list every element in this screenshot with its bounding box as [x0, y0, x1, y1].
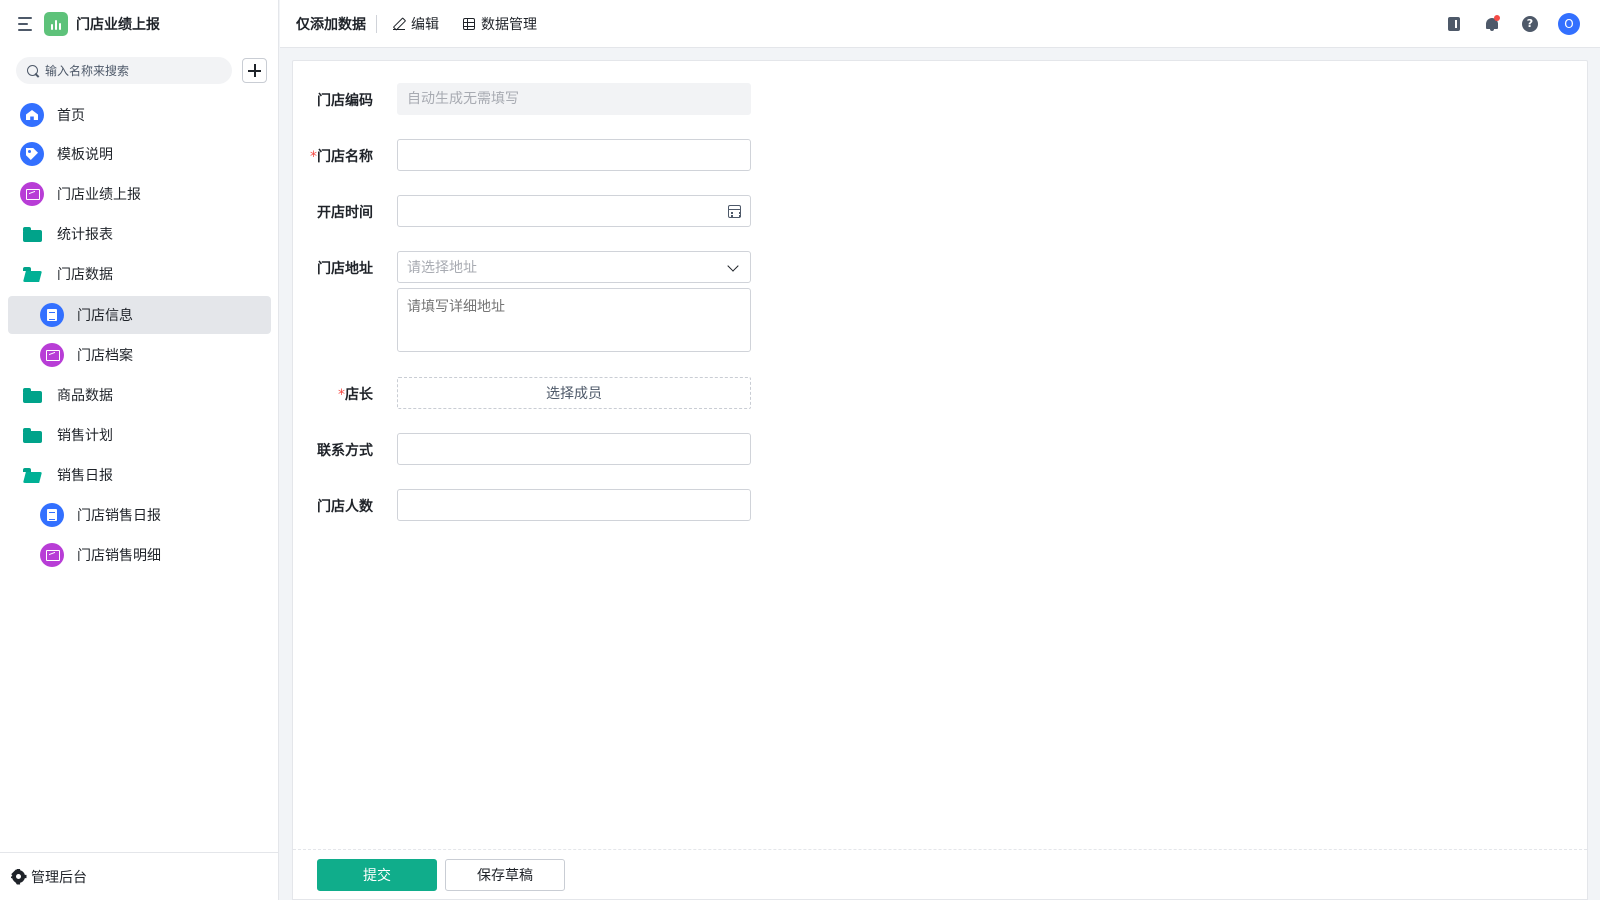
- address-detail-field[interactable]: [397, 288, 751, 352]
- field-label-contact: 联系方式: [317, 443, 373, 459]
- select-member-button[interactable]: 选择成员: [397, 377, 751, 409]
- tag-icon: [20, 142, 44, 166]
- sidebar-item-store-archive[interactable]: 门店档案: [8, 336, 271, 374]
- divider: [376, 14, 377, 33]
- search-input[interactable]: [45, 63, 215, 78]
- sidebar-item-sales-plan[interactable]: 销售计划: [8, 416, 271, 454]
- tab-edit[interactable]: 编辑: [393, 14, 439, 34]
- sidebar-item-store-info[interactable]: 门店信息: [8, 296, 271, 334]
- bar-chart-icon: [44, 12, 68, 36]
- sidebar-item-label: 门店档案: [77, 348, 133, 364]
- required-mark: *: [338, 387, 345, 403]
- field-label-text: 门店名称: [317, 149, 373, 165]
- notebook-icon[interactable]: [1446, 16, 1462, 32]
- staff-count-field[interactable]: [397, 489, 751, 521]
- folder-icon: [20, 383, 44, 407]
- calendar-icon[interactable]: [728, 205, 741, 218]
- sidebar-header: 门店业绩上报: [0, 0, 279, 48]
- folder-open-icon: [20, 463, 44, 487]
- sidebar: 门店业绩上报 首页 模板说明 门店业绩上报 统计报表 门店数据: [0, 0, 279, 900]
- sidebar-item-store-sales-detail[interactable]: 门店销售明细: [8, 536, 271, 574]
- sidebar-item-label: 商品数据: [57, 388, 113, 404]
- store-code-field: [397, 83, 751, 115]
- search-icon: [27, 64, 39, 77]
- sidebar-item-label: 统计报表: [57, 227, 113, 243]
- sidebar-item-store-report[interactable]: 门店业绩上报: [8, 175, 271, 213]
- bell-icon[interactable]: [1484, 15, 1500, 32]
- save-draft-button[interactable]: 保存草稿: [445, 858, 565, 891]
- field-label-address: 门店地址: [317, 261, 373, 277]
- folder-open-icon: [20, 262, 44, 286]
- store-name-field[interactable]: [397, 139, 751, 171]
- open-date-field[interactable]: [397, 195, 751, 227]
- top-bar: 仅添加数据 编辑 数据管理 ? O: [280, 0, 1600, 48]
- sidebar-item-label: 门店数据: [57, 267, 113, 283]
- contact-input[interactable]: [407, 441, 750, 457]
- app-title: 门店业绩上报: [76, 17, 160, 33]
- help-icon[interactable]: ?: [1522, 16, 1538, 32]
- folder-icon: [20, 222, 44, 246]
- admin-console-label: 管理后台: [31, 869, 87, 886]
- avatar[interactable]: O: [1558, 13, 1580, 35]
- sidebar-item-store-sales-daily[interactable]: 门店销售日报: [8, 496, 271, 534]
- dashboard-icon: [20, 182, 44, 206]
- field-label-text: 店长: [345, 387, 373, 403]
- home-icon: [20, 103, 44, 127]
- sidebar-item-template-guide[interactable]: 模板说明: [8, 135, 271, 173]
- form-doc-icon: [40, 503, 64, 527]
- sidebar-item-label: 销售日报: [57, 468, 113, 484]
- menu-icon[interactable]: [18, 17, 34, 31]
- address-select[interactable]: 请选择地址: [397, 251, 751, 283]
- sidebar-item-label: 门店业绩上报: [57, 187, 141, 203]
- field-label-manager: *店长: [293, 384, 373, 404]
- gear-icon: [12, 870, 25, 883]
- field-label-open-date: 开店时间: [317, 205, 373, 221]
- tab-data-management[interactable]: 数据管理: [463, 14, 537, 34]
- add-button[interactable]: [242, 58, 267, 83]
- required-mark: *: [310, 149, 317, 165]
- submit-button[interactable]: 提交: [317, 858, 437, 891]
- sidebar-item-label: 销售计划: [57, 428, 113, 444]
- contact-field[interactable]: [397, 433, 751, 465]
- sidebar-item-product-data[interactable]: 商品数据: [8, 376, 271, 414]
- tab-edit-label: 编辑: [411, 16, 439, 33]
- tab-data-management-label: 数据管理: [481, 16, 537, 33]
- field-label-store-name: *门店名称: [293, 146, 373, 166]
- sidebar-item-label: 门店销售明细: [77, 548, 161, 564]
- dashboard-icon: [40, 343, 64, 367]
- folder-icon: [20, 423, 44, 447]
- sidebar-search-row: [16, 57, 267, 84]
- form-footer: 提交 保存草稿: [293, 849, 1587, 899]
- field-label-store-code: 门店编码: [317, 93, 373, 109]
- field-label-staff-count: 门店人数: [317, 499, 373, 515]
- table-icon: [463, 17, 475, 30]
- store-name-input[interactable]: [407, 147, 750, 163]
- chevron-down-icon: [727, 260, 739, 272]
- sidebar-item-statistics[interactable]: 统计报表: [8, 215, 271, 253]
- open-date-input[interactable]: [407, 203, 750, 219]
- sidebar-item-label: 门店信息: [77, 308, 133, 324]
- top-bar-actions: ? O: [1424, 0, 1600, 48]
- sidebar-item-store-data[interactable]: 门店数据: [8, 255, 271, 293]
- sidebar-item-sales-daily[interactable]: 销售日报: [8, 456, 271, 494]
- store-code-input: [407, 91, 750, 107]
- edit-icon: [393, 18, 405, 30]
- sidebar-item-label: 门店销售日报: [77, 508, 161, 524]
- admin-console-link[interactable]: 管理后台: [0, 852, 279, 900]
- sidebar-item-label: 首页: [57, 108, 85, 124]
- sidebar-item-label: 模板说明: [57, 147, 113, 163]
- address-detail-input[interactable]: [407, 296, 741, 344]
- search-box[interactable]: [16, 57, 232, 84]
- address-select-placeholder: 请选择地址: [407, 260, 477, 276]
- sidebar-item-home[interactable]: 首页: [8, 96, 271, 134]
- notification-dot: [1494, 15, 1500, 21]
- staff-count-input[interactable]: [407, 497, 750, 513]
- dashboard-icon: [40, 543, 64, 567]
- form-card: 门店编码 *门店名称 开店时间 门店地址 请选择地址 *店长 选择成员: [292, 60, 1588, 900]
- page-title: 仅添加数据: [296, 16, 366, 33]
- form-doc-icon: [40, 303, 64, 327]
